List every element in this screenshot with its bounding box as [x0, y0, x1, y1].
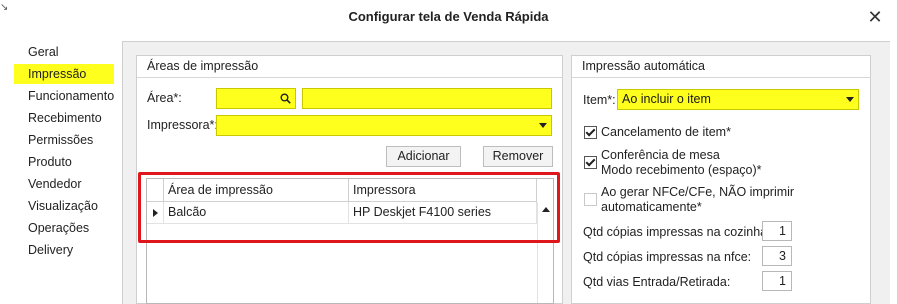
qtd-copias-nfce-label: Qtd cópias impressas na nfce:: [583, 250, 752, 264]
sidebar-item-produto[interactable]: Produto: [14, 152, 114, 172]
sidebar-item-geral[interactable]: Geral: [14, 42, 114, 62]
checkbox-nfce-nao-imprimir[interactable]: [584, 193, 597, 206]
qtd-copias-nfce-input[interactable]: 3: [762, 246, 792, 266]
sidebar-item-impressao[interactable]: Impressão: [14, 64, 114, 84]
qtd-vias-entrada-retirada-input[interactable]: 1: [762, 271, 792, 291]
check-icon: [585, 126, 596, 137]
area-label: Área*:: [147, 91, 182, 105]
sidebar-item-permissoes[interactable]: Permissões: [14, 130, 114, 150]
qtd-vias-entrada-retirada-label: Qtd vias Entrada/Retirada:: [583, 275, 731, 289]
item-select[interactable]: Ao incluir o item: [617, 89, 859, 110]
sidebar-item-recebimento[interactable]: Recebimento: [14, 108, 114, 128]
area-name-field[interactable]: [302, 88, 552, 109]
window-title: Configurar tela de Venda Rápida: [348, 9, 549, 24]
checkbox-conferencia-mesa-label: Conferência de mesa: [601, 148, 720, 162]
chevron-down-icon: [539, 123, 547, 128]
checkbox-nfce-nao-imprimir-label-line2: automaticamente*: [601, 200, 702, 214]
item-label: Item*:: [583, 93, 616, 107]
sidebar-item-visualizacao[interactable]: Visualização: [14, 196, 114, 216]
sidebar-item-vendedor[interactable]: Vendedor: [14, 174, 114, 194]
qtd-copias-cozinha-input[interactable]: 1: [762, 221, 792, 241]
impressora-label: Impressora*:: [147, 118, 218, 132]
checkbox-cancelamento-item[interactable]: [584, 126, 597, 139]
impressao-automatica-header: Impressão automática: [572, 56, 870, 78]
close-button[interactable]: ✕: [860, 3, 890, 31]
sidebar-item-operacoes[interactable]: Operações: [14, 218, 114, 238]
sidebar-item-delivery[interactable]: Delivery: [14, 240, 114, 260]
chevron-down-icon: [846, 97, 854, 102]
qtd-copias-cozinha-label: Qtd cópias impressas na cozinha:: [583, 225, 771, 239]
sidebar-item-funcionamento[interactable]: Funcionamento: [14, 86, 114, 106]
check-icon: [585, 156, 596, 167]
remove-button[interactable]: Remover: [483, 146, 553, 167]
area-code-input[interactable]: [216, 88, 296, 109]
close-icon: ✕: [867, 6, 883, 27]
highlight-frame: [138, 172, 560, 243]
title-bar: ↘ Configurar tela de Venda Rápida ✕: [0, 0, 897, 34]
item-select-value: Ao incluir o item: [622, 92, 711, 106]
areas-impressao-header: Áreas de impressão: [137, 56, 562, 78]
checkbox-conferencia-mesa[interactable]: [584, 156, 597, 169]
checkbox-nfce-nao-imprimir-label: Ao gerar NFCe/CFe, NÃO imprimir: [601, 185, 795, 199]
checkbox-cancelamento-item-label: Cancelamento de item*: [601, 125, 731, 139]
search-icon[interactable]: [280, 93, 291, 104]
impressora-select[interactable]: [216, 115, 552, 136]
checkbox-conferencia-mesa-label-line2: Modo recebimento (espaço)*: [601, 163, 762, 177]
add-button[interactable]: Adicionar: [386, 146, 461, 167]
